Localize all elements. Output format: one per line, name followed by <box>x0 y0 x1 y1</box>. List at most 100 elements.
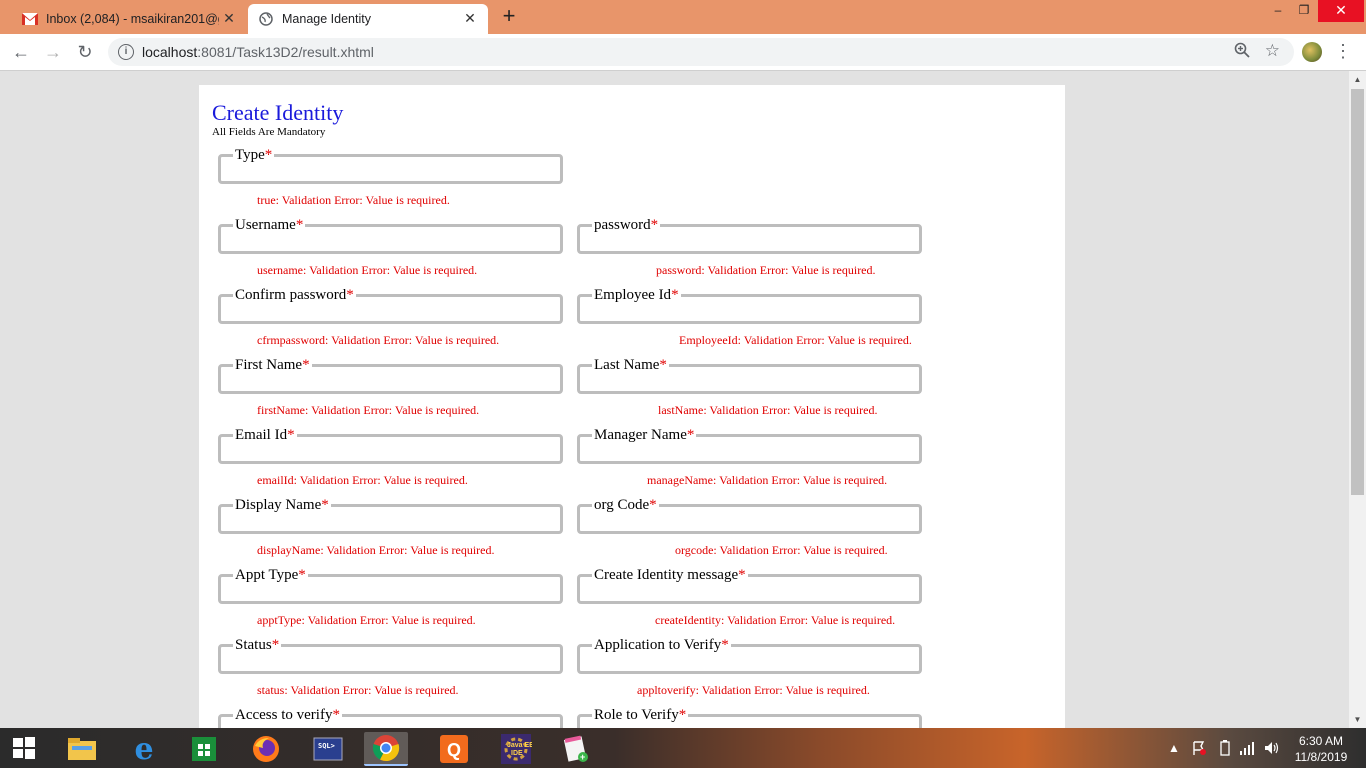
appt-type-field: Appt Type* <box>218 568 563 604</box>
access-to-verify-field: Access to verify* <box>218 708 563 728</box>
application-to-verify-input[interactable] <box>583 650 913 668</box>
windows-start-icon[interactable] <box>0 728 48 768</box>
employee-id-input[interactable] <box>583 300 913 318</box>
appt-type-input[interactable] <box>224 580 554 598</box>
store-icon[interactable] <box>182 732 226 766</box>
type-input[interactable] <box>224 160 554 178</box>
email-id-input[interactable] <box>224 440 554 458</box>
restore-window-button[interactable]: ❐ <box>1292 0 1316 22</box>
confirm-password-error: cfrmpassword: Validation Error: Value is… <box>257 333 500 347</box>
svg-text:Q: Q <box>447 740 461 760</box>
manager-name-input[interactable] <box>583 440 913 458</box>
zoom-icon[interactable] <box>1234 42 1250 63</box>
username-input[interactable] <box>224 230 554 248</box>
show-hidden-icons-icon[interactable]: ▲ <box>1166 728 1182 768</box>
tab-title: Inbox (2,084) - msaikiran201@gm <box>46 12 219 26</box>
q-app-icon[interactable]: Q <box>432 732 476 766</box>
close-window-button[interactable]: ✕ <box>1318 0 1364 22</box>
action-center-flag-icon[interactable] <box>1188 728 1210 768</box>
clock-time: 6:30 AM <box>1298 734 1344 748</box>
reload-icon[interactable]: ↻ <box>74 41 96 63</box>
minimize-window-button[interactable]: – <box>1266 0 1290 22</box>
role-to-verify-input[interactable] <box>583 720 913 728</box>
forward-arrow-icon[interactable]: → <box>42 41 64 63</box>
last-name-field: Last Name* <box>577 358 922 394</box>
confirm-password-field: Confirm password* <box>218 288 563 324</box>
address-bar[interactable]: i localhost:8081/Task13D2/result.xhtml ☆ <box>108 38 1294 66</box>
last-name-input[interactable] <box>583 370 913 388</box>
svg-text:Java EE: Java EE <box>507 742 532 749</box>
create-identity-form: Create Identity All Fields Are Mandatory… <box>199 85 1065 728</box>
battery-icon[interactable] <box>1216 728 1234 768</box>
tab-gmail-inbox[interactable]: Inbox (2,084) - msaikiran201@gm ✕ <box>12 4 247 34</box>
first-name-field: First Name* <box>218 358 563 394</box>
type-field: Type* <box>218 148 563 184</box>
firefox-icon[interactable] <box>244 732 288 766</box>
scroll-down-arrow-icon[interactable]: ▼ <box>1349 711 1366 728</box>
browser-menu-icon[interactable]: ⋮ <box>1334 41 1352 63</box>
first-name-error: firstName: Validation Error: Value is re… <box>257 403 480 417</box>
edge-icon[interactable]: e <box>122 732 166 767</box>
tab-close-icon[interactable]: ✕ <box>221 10 237 26</box>
back-arrow-icon[interactable]: ← <box>10 41 32 63</box>
sql-terminal-icon[interactable]: SQL> <box>306 732 350 766</box>
browser-tab-strip: Inbox (2,084) - msaikiran201@gm ✕ Manage… <box>0 0 1366 34</box>
new-tab-button[interactable]: + <box>498 5 520 28</box>
gmail-icon <box>22 11 38 27</box>
windows-taskbar: e SQL> Q Java EE IDE + ▲ 6:30 AM 11/8/201… <box>0 728 1366 768</box>
url-text[interactable]: localhost:8081/Task13D2/result.xhtml <box>142 44 374 60</box>
email-id-error: emailId: Validation Error: Value is requ… <box>257 473 468 487</box>
system-clock[interactable]: 6:30 AM 11/8/2019 <box>1288 733 1354 765</box>
java-ee-ide-icon[interactable]: Java EE IDE <box>494 732 538 766</box>
last-name-error: lastName: Validation Error: Value is req… <box>658 403 878 417</box>
create-identity-message-input[interactable] <box>583 580 913 598</box>
site-info-icon[interactable]: i <box>118 44 134 60</box>
password-field: password* <box>577 218 922 254</box>
create-identity-message-error: createIdentity: Validation Error: Value … <box>655 613 896 627</box>
network-signal-icon[interactable] <box>1238 728 1258 768</box>
display-name-field: Display Name* <box>218 498 563 534</box>
access-to-verify-input[interactable] <box>224 720 554 728</box>
org-code-error: orgcode: Validation Error: Value is requ… <box>675 543 888 557</box>
profile-avatar[interactable] <box>1302 42 1322 62</box>
svg-text:IDE: IDE <box>511 750 523 757</box>
manager-name-field: Manager Name* <box>577 428 922 464</box>
org-code-field: org Code* <box>577 498 922 534</box>
employee-id-error: EmployeeId: Validation Error: Value is r… <box>679 333 912 347</box>
display-name-error: displayName: Validation Error: Value is … <box>257 543 495 557</box>
first-name-input[interactable] <box>224 370 554 388</box>
volume-icon[interactable] <box>1262 728 1282 768</box>
page-scrollbar[interactable]: ▲ ▼ <box>1349 71 1366 728</box>
scroll-up-arrow-icon[interactable]: ▲ <box>1349 71 1366 88</box>
password-error: password: Validation Error: Value is req… <box>656 263 876 277</box>
status-error: status: Validation Error: Value is requi… <box>257 683 459 697</box>
notepad-icon[interactable]: + <box>554 732 598 766</box>
status-input[interactable] <box>224 650 554 668</box>
confirm-password-input[interactable] <box>224 300 554 318</box>
application-to-verify-field: Application to Verify* <box>577 638 922 674</box>
status-field: Status* <box>218 638 563 674</box>
manager-name-error: manageName: Validation Error: Value is r… <box>647 473 888 487</box>
employee-id-field: Employee Id* <box>577 288 922 324</box>
display-name-input[interactable] <box>224 510 554 528</box>
role-to-verify-field: Role to Verify* <box>577 708 922 728</box>
application-to-verify-error: appltoverify: Validation Error: Value is… <box>637 683 870 697</box>
username-field: Username* <box>218 218 563 254</box>
type-error: true: Validation Error: Value is require… <box>257 193 450 207</box>
svg-text:SQL>: SQL> <box>318 742 335 750</box>
create-identity-message-field: Create Identity message* <box>577 568 922 604</box>
org-code-input[interactable] <box>583 510 913 528</box>
browser-toolbar: ← → ↻ i localhost:8081/Task13D2/result.x… <box>0 34 1366 71</box>
tab-close-icon[interactable]: ✕ <box>462 10 478 26</box>
bookmark-star-icon[interactable]: ☆ <box>1265 41 1280 61</box>
url-host: localhost <box>142 44 198 60</box>
tab-manage-identity[interactable]: Manage Identity ✕ <box>248 4 488 34</box>
url-path: :8081/Task13D2/result.xhtml <box>197 44 374 60</box>
file-explorer-icon[interactable] <box>60 732 104 766</box>
email-id-field: Email Id* <box>218 428 563 464</box>
chrome-icon[interactable] <box>364 732 408 766</box>
page-title: Create Identity <box>212 100 344 125</box>
password-input[interactable] <box>583 230 913 248</box>
globe-icon <box>258 11 274 27</box>
scrollbar-thumb[interactable] <box>1351 89 1364 495</box>
